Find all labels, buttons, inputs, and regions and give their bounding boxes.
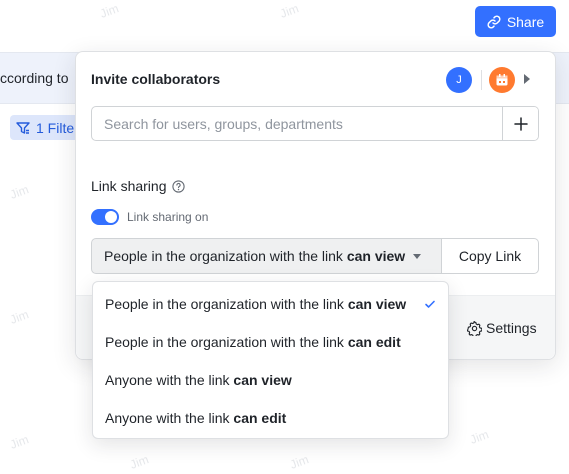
link-icon (487, 14, 501, 29)
option-anyone-can-view[interactable]: Anyone with the link can view (93, 361, 448, 399)
divider (481, 70, 482, 90)
option-level: can edit (347, 334, 401, 350)
plus-icon (513, 116, 528, 131)
search-input[interactable] (92, 107, 502, 140)
share-button[interactable]: Share (475, 6, 556, 37)
option-prefix: People in the organization with the link (105, 334, 348, 350)
link-sharing-toggle[interactable] (91, 209, 119, 225)
settings-button[interactable]: Settings (467, 320, 537, 336)
option-level: can view (233, 372, 292, 388)
watermark: Jim (8, 307, 31, 327)
option-org-can-edit[interactable]: People in the organization with the link… (93, 323, 448, 361)
permission-level: can view (346, 248, 406, 264)
chevron-down-icon (413, 253, 422, 259)
option-prefix: Anyone with the link (105, 372, 234, 388)
link-sharing-heading: Link sharing (91, 178, 185, 194)
help-icon[interactable] (171, 179, 185, 193)
filter-label: 1 Filte (36, 119, 75, 136)
watermark: Jim (468, 427, 491, 447)
page: Jim Jim Jim Jim Jim Jim Jim Jim ccording… (0, 0, 569, 474)
add-collaborator-button[interactable] (502, 107, 538, 140)
expand-arrow-icon[interactable] (524, 74, 530, 84)
option-level: can view (347, 296, 407, 312)
copy-link-button[interactable]: Copy Link (442, 238, 539, 274)
watermark: Jim (8, 182, 31, 202)
option-prefix: People in the organization with the link (105, 296, 348, 312)
gear-icon (467, 320, 482, 336)
permission-dropdown: People in the organization with the link… (92, 281, 449, 439)
watermark: Jim (128, 452, 151, 472)
permission-prefix: People in the organization with the link (104, 248, 347, 264)
option-org-can-view[interactable]: People in the organization with the link… (93, 285, 448, 323)
calendar-app-icon (496, 74, 508, 86)
app-avatar[interactable] (489, 67, 515, 93)
share-button-label: Share (506, 13, 545, 30)
toggle-label: Link sharing on (127, 210, 209, 224)
option-prefix: Anyone with the link (105, 410, 234, 426)
watermark: Jim (98, 1, 121, 21)
collaborator-search (91, 106, 539, 141)
option-level: can edit (233, 410, 287, 426)
watermark: Jim (288, 452, 311, 472)
permission-select[interactable]: People in the organization with the link… (91, 238, 442, 274)
settings-label: Settings (486, 320, 537, 336)
invite-title: Invite collaborators (91, 71, 221, 87)
watermark: Jim (278, 1, 301, 21)
user-avatar[interactable]: J (446, 67, 472, 93)
filter-icon (16, 121, 30, 134)
link-sharing-label: Link sharing (91, 178, 167, 194)
check-icon (425, 300, 435, 308)
background-row-text: ccording to (0, 70, 69, 86)
option-anyone-can-edit[interactable]: Anyone with the link can edit (93, 399, 448, 437)
watermark: Jim (8, 432, 31, 452)
